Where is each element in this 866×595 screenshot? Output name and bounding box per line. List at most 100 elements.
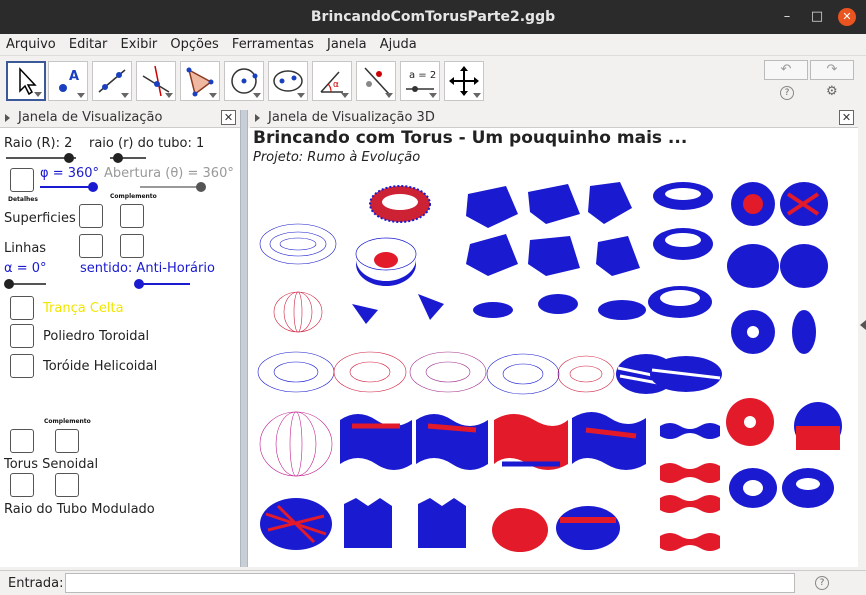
torus-rings — [648, 182, 713, 318]
line-tool-button[interactable] — [92, 61, 132, 101]
menu-editar[interactable]: Editar — [69, 34, 108, 52]
graphics-view-2d[interactable]: Raio (R): 2 raio (r) do tubo: 1 Detalhes… — [0, 128, 240, 567]
complemento-label-1: Complemento — [110, 193, 157, 200]
superficies-checkbox[interactable] — [79, 204, 103, 228]
main-heading: Brincando com Torus - Um pouquinho mais … — [253, 128, 688, 148]
window-title: BrincandoComTorusParte2.ggb — [310, 9, 556, 25]
menu-arquivo[interactable]: Arquivo — [6, 34, 56, 52]
linhas-checkbox[interactable] — [79, 234, 103, 258]
complemento-label-2: Complemento — [44, 418, 91, 425]
slider-tool-button[interactable]: a = 2 — [400, 61, 440, 101]
close-left-panel-button[interactable]: ✕ — [221, 110, 236, 125]
toroide-helicoidal-label: Toróide Helicoidal — [43, 359, 158, 374]
torus-wireframe — [259, 223, 337, 265]
right-panel-header: Janela de Visualização 3D ✕ — [250, 108, 858, 128]
alpha-slider-knob[interactable] — [4, 279, 14, 289]
superficies-label: Superficies — [4, 211, 76, 226]
tranca-celta-label: Trança Celta — [43, 301, 124, 316]
poliedro-toroidal-label: Poliedro Toroidal — [43, 329, 150, 344]
help-icon[interactable]: ? — [780, 86, 794, 100]
input-bar: Entrada: ? — [0, 570, 866, 595]
left-panel-header: Janela de Visualização ✕ — [0, 108, 240, 128]
torus-senoidal-complemento-checkbox[interactable] — [55, 429, 79, 453]
poliedro-grid — [466, 182, 640, 276]
ellipse-tool-button[interactable] — [268, 61, 308, 101]
input-field[interactable] — [65, 573, 795, 593]
close-button[interactable]: ✕ — [838, 8, 856, 26]
menu-opcoes[interactable]: Opções — [170, 34, 218, 52]
detalhes-checkbox[interactable] — [10, 168, 34, 192]
tranca-celta-checkbox[interactable] — [10, 296, 34, 320]
settings-gear-icon[interactable]: ⚙ — [826, 84, 838, 99]
helicoid-shapes — [352, 294, 646, 324]
raio-modulado-checkbox[interactable] — [10, 473, 34, 497]
flower-shapes — [727, 182, 828, 354]
menu-janela[interactable]: Janela — [327, 34, 367, 52]
torus-senoidal-checkbox[interactable] — [10, 429, 34, 453]
detalhes-label: Detalhes — [8, 196, 38, 203]
sentido-slider-knob[interactable] — [134, 279, 144, 289]
torus-gallery — [257, 182, 842, 552]
torus-lines-red — [273, 291, 323, 333]
right-panel-title: Janela de Visualização 3D — [268, 110, 435, 125]
torus-banded — [369, 185, 431, 223]
sinusoidal-tori — [340, 412, 646, 470]
expand-side-arrow-icon[interactable] — [860, 320, 866, 330]
maximize-button[interactable]: □ — [808, 8, 826, 26]
wavy-bands — [660, 423, 720, 551]
svg-text:A: A — [69, 69, 79, 84]
menu-bar: Arquivo Editar Exibir Opções Ferramentas… — [0, 34, 866, 56]
angle-tool-button[interactable]: α — [312, 61, 352, 101]
linhas-complemento-checkbox[interactable] — [120, 234, 144, 258]
sentido-label: sentido: Anti-Horário — [80, 261, 215, 276]
raio-modulado-label: Raio do Tubo Modulado — [4, 502, 155, 517]
torus-wire-big — [259, 411, 333, 477]
raio-label: Raio (R): 2 — [4, 136, 73, 151]
close-right-panel-button[interactable]: ✕ — [839, 110, 854, 125]
flower-red-blue — [726, 398, 842, 508]
poliedro-toroidal-checkbox[interactable] — [10, 324, 34, 348]
phi-slider-knob[interactable] — [88, 182, 98, 192]
menu-ajuda[interactable]: Ajuda — [380, 34, 417, 52]
svg-text:α: α — [333, 80, 339, 90]
move-graphics-tool-button[interactable] — [444, 61, 484, 101]
toroide-helicoidal-checkbox[interactable] — [10, 354, 34, 378]
bottom-tori — [260, 498, 620, 552]
reflect-tool-button[interactable] — [356, 61, 396, 101]
project-subtitle: Projeto: Rumo à Evolução — [253, 150, 421, 165]
panel-divider[interactable] — [240, 110, 248, 567]
point-tool-button[interactable]: A — [48, 61, 88, 101]
raio-tubo-slider-knob[interactable] — [113, 153, 123, 163]
abertura-slider-track[interactable] — [140, 186, 200, 188]
linhas-label: Linhas — [4, 241, 47, 256]
raio-tubo-label: raio (r) do tubo: 1 — [89, 136, 205, 151]
left-panel-title: Janela de Visualização — [18, 110, 163, 125]
torus-half — [355, 237, 417, 286]
superficies-complemento-checkbox[interactable] — [120, 204, 144, 228]
circle-tool-button[interactable] — [224, 61, 264, 101]
menu-ferramentas[interactable]: Ferramentas — [232, 34, 314, 52]
polygon-tool-button[interactable] — [180, 61, 220, 101]
phi-label: φ = 360° — [40, 166, 100, 181]
move-tool-button[interactable] — [6, 61, 46, 101]
raio-slider-knob[interactable] — [64, 153, 74, 163]
input-help-icon[interactable]: ? — [815, 576, 829, 590]
torus-striped — [616, 354, 722, 394]
abertura-label: Abertura (θ) = 360° — [104, 166, 234, 181]
alpha-label: α = 0° — [4, 261, 47, 276]
raio-modulado-complemento-checkbox[interactable] — [55, 473, 79, 497]
collapse-arrow-icon[interactable] — [255, 114, 260, 122]
title-bar: BrincandoComTorusParte2.ggb – □ ✕ — [0, 0, 866, 34]
torus-senoidal-wireframes — [257, 351, 615, 395]
sentido-slider-track[interactable] — [138, 283, 190, 285]
undo-button[interactable]: ↶ — [764, 60, 808, 80]
perpendicular-tool-button[interactable] — [136, 61, 176, 101]
menu-exibir[interactable]: Exibir — [121, 34, 158, 52]
graphics-view-3d[interactable]: Brincando com Torus - Um pouquinho mais … — [248, 128, 858, 567]
abertura-slider-knob[interactable] — [196, 182, 206, 192]
torus-senoidal-label: Torus Senoidal — [4, 457, 99, 472]
minimize-button[interactable]: – — [778, 8, 796, 26]
toolbar: A α a = 2 — [0, 57, 866, 105]
collapse-arrow-icon[interactable] — [5, 114, 10, 122]
redo-button[interactable]: ↷ — [810, 60, 854, 80]
